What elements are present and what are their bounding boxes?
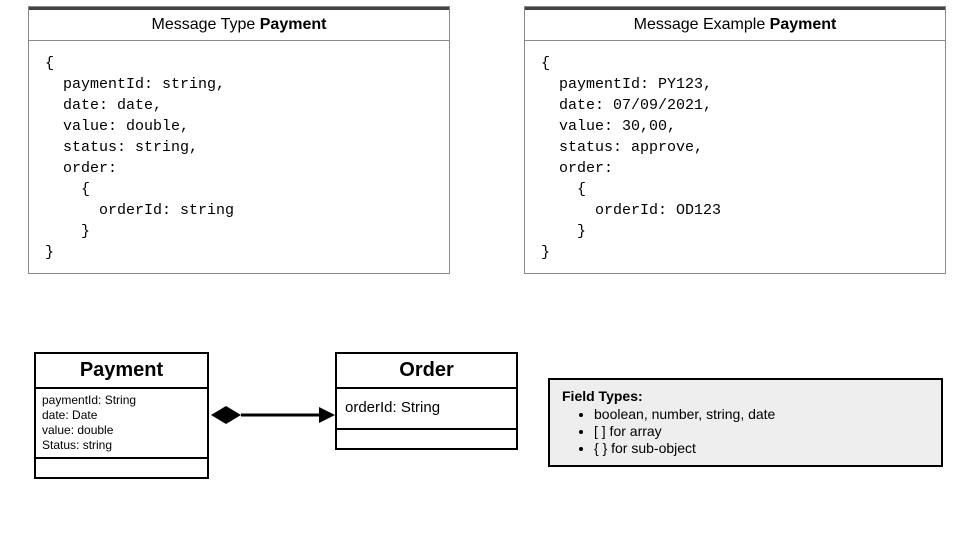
message-type-title-bold: Payment (260, 16, 327, 33)
legend-title: Field Types: (562, 388, 929, 404)
uml-class-payment: Payment paymentId: String date: Date val… (34, 352, 209, 479)
legend-item: [ ] for array (594, 423, 929, 439)
uml-order-ops (337, 430, 516, 448)
message-example-header: Message Example Payment (525, 7, 945, 41)
uml-payment-title: Payment (36, 354, 207, 389)
message-example-title-bold: Payment (770, 16, 837, 33)
message-type-box: Message Type Payment { paymentId: string… (28, 6, 450, 274)
uml-payment-attrs: paymentId: String date: Date value: doub… (36, 389, 207, 459)
message-type-title-prefix: Message Type (152, 16, 260, 33)
message-example-title-prefix: Message Example (634, 16, 770, 33)
uml-class-order: Order orderId: String (335, 352, 518, 450)
uml-payment-ops (36, 459, 207, 477)
message-type-body: { paymentId: string, date: date, value: … (29, 41, 449, 273)
message-type-header: Message Type Payment (29, 7, 449, 41)
uml-order-title: Order (337, 354, 516, 389)
message-example-body: { paymentId: PY123, date: 07/09/2021, va… (525, 41, 945, 273)
composition-diamond-icon (211, 406, 241, 424)
legend-item: { } for sub-object (594, 440, 929, 456)
message-example-box: Message Example Payment { paymentId: PY1… (524, 6, 946, 274)
arrowhead-icon (319, 407, 335, 423)
field-types-legend: Field Types: boolean, number, string, da… (548, 378, 943, 467)
legend-list: boolean, number, string, date [ ] for ar… (562, 406, 929, 456)
uml-order-attrs: orderId: String (337, 389, 516, 430)
legend-item: boolean, number, string, date (594, 406, 929, 422)
